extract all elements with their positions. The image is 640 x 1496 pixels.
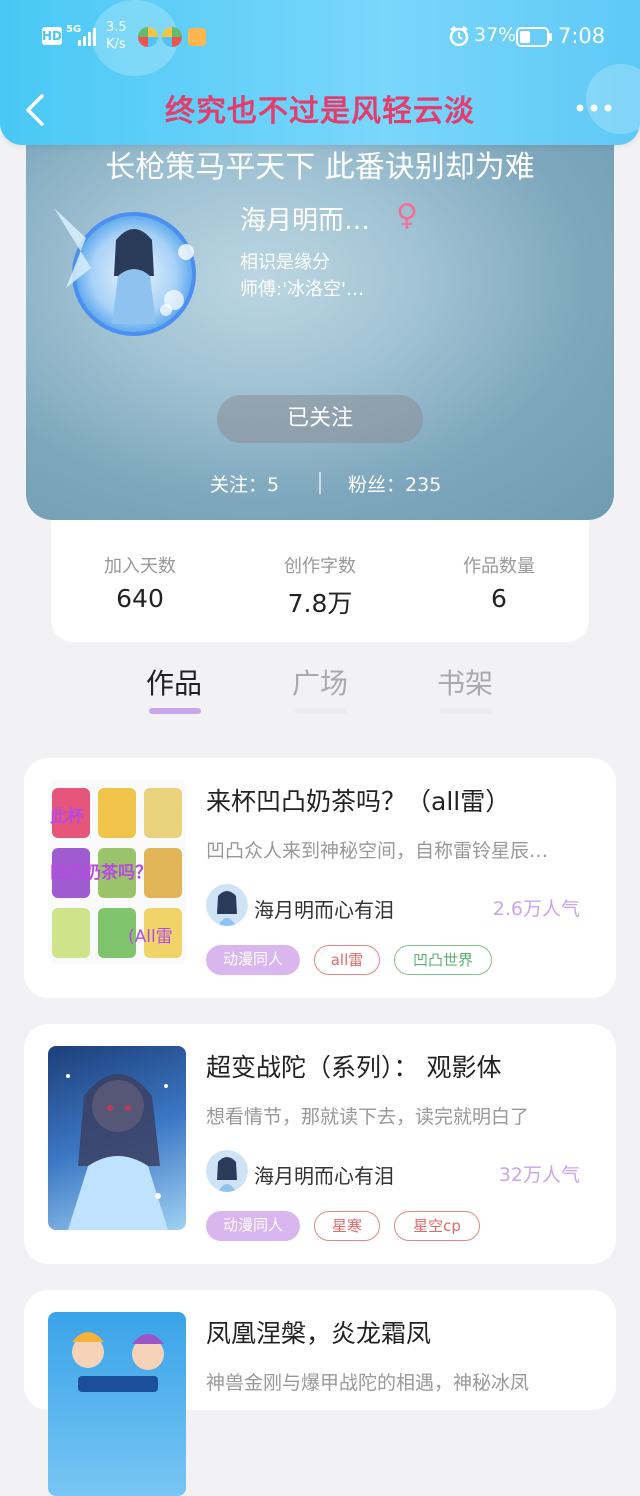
work-card[interactable]: 此杯 凹凸奶茶吗？ (All雷 来杯凹凸奶茶吗？（all雷） 凹凸众人来到神秘空…	[24, 758, 616, 998]
popularity: 2.6万人气	[492, 898, 580, 920]
author-avatar[interactable]	[206, 1150, 248, 1192]
back-button[interactable]	[18, 88, 54, 132]
following-count: 5	[267, 474, 280, 496]
author-name[interactable]: 海月明而心有泪	[254, 894, 394, 923]
work-title[interactable]: 超变战陀（系列）： 观影体	[206, 1048, 501, 1084]
battery-icon	[516, 27, 554, 51]
fans-count: 235	[405, 474, 442, 496]
tag-chip[interactable]: 星寒	[314, 1211, 380, 1241]
female-icon: ♀	[396, 198, 418, 233]
stat-label: 加入天数	[104, 556, 176, 577]
net-speed-unit: K/s	[106, 37, 126, 52]
work-description: 凹凸众人来到神秘空间，自称雷铃星辰…	[206, 840, 549, 862]
stats-card: 加入天数 640 创作字数 7.8万 作品数量 6	[51, 520, 589, 642]
tag-chip[interactable]: 凹凸世界	[394, 945, 492, 975]
user-bio-line-2: 师傅:'冰洛空'…	[240, 279, 364, 300]
cover-text: 凹凸奶茶吗？	[50, 863, 152, 883]
work-title[interactable]: 来杯凹凸奶茶吗？（all雷）	[206, 782, 510, 818]
tab-works[interactable]: 作品	[146, 662, 202, 702]
stat-label: 创作字数	[284, 556, 356, 577]
user-nickname: 海月明而…	[240, 206, 371, 236]
tab-bookshelf[interactable]: 书架	[437, 662, 493, 702]
divider	[319, 472, 321, 494]
tab-indicator	[295, 708, 347, 714]
header-bar: HD 5G 3.5 K/s 37% 7:08 终究也不过是风轻云淡	[0, 0, 640, 145]
alarm-icon	[448, 25, 470, 51]
tag-chip[interactable]: 动漫同人	[206, 945, 300, 975]
user-avatar[interactable]	[46, 178, 206, 338]
page-title: 终究也不过是风轻云淡	[165, 94, 475, 129]
work-description: 神兽金刚与爆甲战陀的相遇，神秘冰凤	[206, 1372, 530, 1394]
work-cover-image	[48, 1046, 186, 1230]
work-cover-image: 此杯 凹凸奶茶吗？ (All雷	[48, 780, 186, 964]
work-card[interactable]: 超变战陀（系列）： 观影体 想看情节，那就读下去，读完就明白了 海月明而心有泪 …	[24, 1024, 616, 1264]
tab-square[interactable]: 广场	[292, 662, 348, 702]
user-bio-line-1: 相识是缘分	[240, 252, 330, 273]
hd-icon: HD	[42, 27, 63, 45]
work-card[interactable]: 凤凰涅槃，炎龙霜凤 神兽金刚与爆甲战陀的相遇，神秘冰凤	[24, 1290, 616, 1496]
author-avatar[interactable]	[206, 884, 248, 926]
cover-text: 此杯	[50, 807, 84, 827]
more-button[interactable]	[572, 92, 616, 124]
signal-icon	[78, 26, 98, 50]
net-speed: 3.5	[106, 20, 127, 35]
tab-active-indicator	[149, 708, 201, 714]
tag-chip[interactable]: 星空cp	[394, 1211, 480, 1241]
battery-percent: 37%	[474, 24, 517, 46]
following-label: 关注：	[210, 474, 268, 496]
tab-indicator	[440, 708, 492, 714]
tag-chip[interactable]: all雷	[314, 945, 380, 975]
stat-value: 7.8万	[287, 589, 353, 618]
stat-value: 6	[491, 584, 507, 613]
profile-card: 长枪策马平天下 此番诀别却为难 海月明而… ♀ 相识是缘分 师傅:'冰洛空'… …	[26, 120, 614, 520]
stat-value: 640	[116, 584, 164, 613]
fans-label: 粉丝：	[348, 474, 406, 496]
more-dots-icon	[576, 104, 612, 112]
clock: 7:08	[558, 24, 606, 48]
stat-label: 作品数量	[463, 556, 535, 577]
work-description: 想看情节，那就读下去，读完就明白了	[206, 1106, 530, 1128]
stat-join-days: 加入天数 640	[50, 552, 230, 613]
author-name[interactable]: 海月明而心有泪	[254, 1160, 394, 1189]
tag-chip[interactable]: 动漫同人	[206, 1211, 300, 1241]
stat-works-count: 作品数量 6	[409, 552, 589, 613]
app-notification-icon	[162, 27, 182, 47]
cover-text: (All雷	[128, 927, 173, 947]
popularity: 32万人气	[498, 1164, 580, 1186]
app-notification-icon	[188, 28, 206, 46]
follow-button[interactable]: 已关注	[217, 395, 423, 443]
following-link[interactable]: 关注：5	[210, 470, 279, 497]
work-title[interactable]: 凤凰涅槃，炎龙霜凤	[206, 1314, 431, 1350]
fans-link[interactable]: 粉丝：235	[348, 470, 441, 497]
stat-word-count: 创作字数 7.8万	[230, 552, 410, 620]
app-notification-icon	[138, 27, 158, 47]
work-cover-image	[48, 1312, 186, 1496]
chevron-left-icon	[26, 94, 44, 126]
follow-stats: 关注：5 粉丝：235	[26, 470, 614, 500]
